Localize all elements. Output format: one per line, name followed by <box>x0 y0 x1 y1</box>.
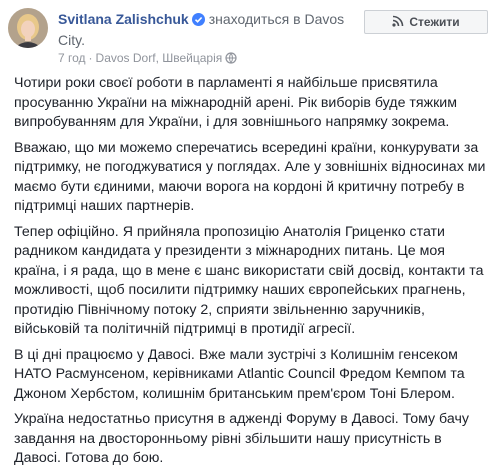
post-header: Svitlana Zalishchuk знаходиться в Davos C… <box>58 10 348 67</box>
globe-icon <box>225 52 237 67</box>
post-location[interactable]: Davos Dorf, Швейцарія <box>96 51 223 65</box>
post-paragraph: Україна недостатньо присутня в адженді Ф… <box>14 411 469 466</box>
post-meta: 7 год · Davos Dorf, Швейцарія <box>58 51 348 67</box>
facebook-post: Svitlana Zalishchuk знаходиться в Davos C… <box>0 0 500 466</box>
avatar[interactable] <box>8 8 48 48</box>
post-paragraph: Вважаю, що ми можемо сперечатись всереди… <box>14 139 486 215</box>
author-line: Svitlana Zalishchuk знаходиться в Davos C… <box>58 10 348 50</box>
follow-button-label: Стежити <box>409 15 460 29</box>
verified-badge-icon <box>191 12 205 31</box>
author-name[interactable]: Svitlana Zalishchuk <box>58 11 189 27</box>
post-body: Чотири роки своєї роботи в парламенті я … <box>14 74 492 475</box>
follow-button[interactable]: Стежити <box>364 10 488 34</box>
post-paragraph: Чотири роки своєї роботи в парламенті я … <box>14 75 457 130</box>
rss-icon <box>392 15 409 30</box>
meta-separator: · <box>88 51 93 65</box>
post-paragraph: Тепер офіційно. Я прийняла пропозицію Ан… <box>14 223 484 338</box>
post-paragraph: В ці дні працюємо у Давосі. Вже мали зус… <box>14 346 465 402</box>
post-date[interactable]: 7 год <box>58 51 86 65</box>
